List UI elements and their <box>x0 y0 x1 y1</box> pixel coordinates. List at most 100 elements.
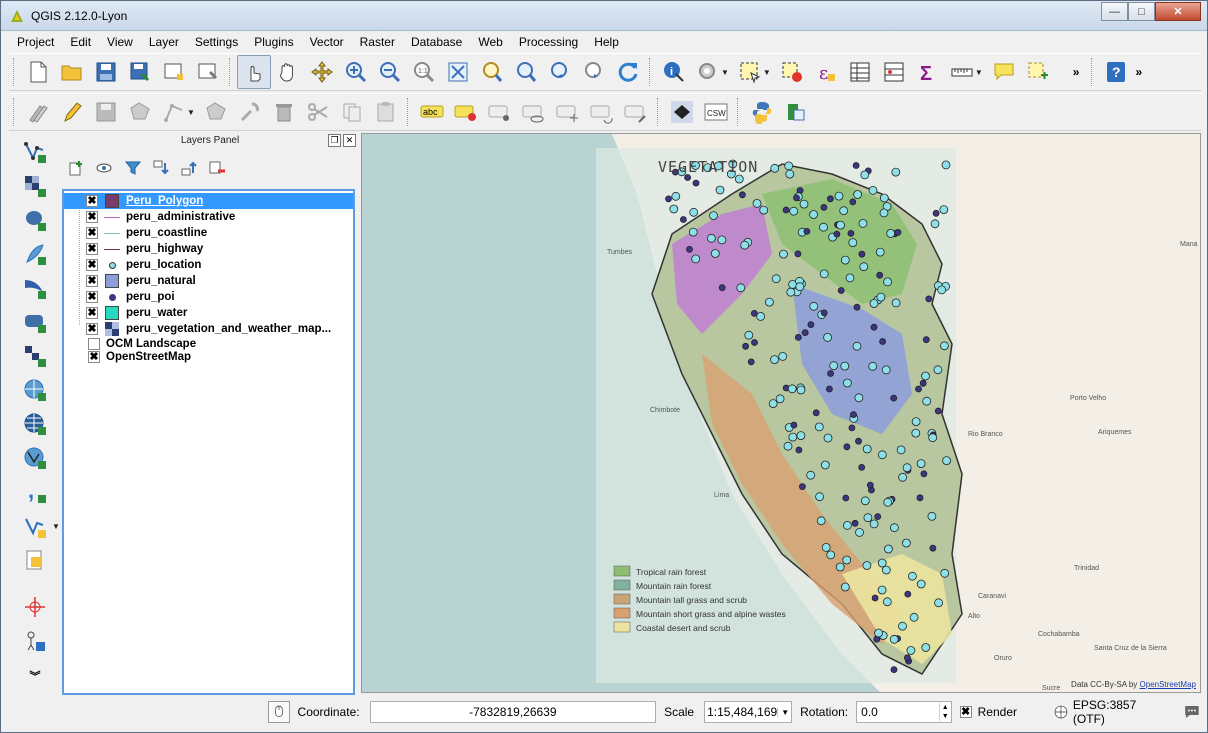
layer-item[interactable]: ✖ peru_poi <box>64 289 353 305</box>
layer-item[interactable]: ✖ peru_coastline <box>64 225 353 241</box>
zoom-full-button[interactable] <box>441 55 475 89</box>
help-button[interactable]: ? <box>1099 55 1133 89</box>
move-feature-button[interactable] <box>199 95 233 129</box>
refresh-button[interactable] <box>611 55 645 89</box>
current-edits-button[interactable] <box>21 95 55 129</box>
add-wcs-layer-button[interactable] <box>18 408 52 441</box>
menu-view[interactable]: View <box>99 35 141 49</box>
add-oracle-layer-button[interactable] <box>18 340 52 373</box>
remove-layer-button[interactable] <box>206 157 228 179</box>
pan-to-selection-button[interactable] <box>305 55 339 89</box>
menu-database[interactable]: Database <box>403 35 470 49</box>
chevron-down-icon[interactable]: ▼ <box>187 108 195 117</box>
add-db2-layer-button[interactable] <box>18 305 52 338</box>
toolbar-overflow-button[interactable]: » <box>1133 65 1144 79</box>
layer-diagram-options-button[interactable] <box>449 95 483 129</box>
field-calculator-button[interactable] <box>877 55 911 89</box>
toolbar-grip[interactable] <box>736 98 741 126</box>
layer-item[interactable]: ✖ peru_administrative <box>64 209 353 225</box>
menu-project[interactable]: Project <box>9 35 62 49</box>
save-as-button[interactable] <box>123 55 157 89</box>
zoom-to-layer-button[interactable] <box>509 55 543 89</box>
zoom-next-button[interactable] <box>577 55 611 89</box>
chevron-down-icon[interactable]: ▼ <box>763 68 771 77</box>
run-feature-action-button[interactable] <box>691 55 725 89</box>
select-by-expression-button[interactable]: ε <box>809 55 843 89</box>
zoom-last-button[interactable] <box>543 55 577 89</box>
layer-visibility-checkbox[interactable]: ✖ <box>86 291 98 303</box>
zoom-in-button[interactable] <box>339 55 373 89</box>
layer-visibility-checkbox[interactable]: ✖ <box>86 227 98 239</box>
gps-tool-button[interactable] <box>18 625 52 658</box>
rotation-spinbox[interactable]: 0.0 ▲ ▼ <box>856 701 952 723</box>
menu-edit[interactable]: Edit <box>62 35 99 49</box>
node-tool-button[interactable] <box>157 95 191 129</box>
layer-item[interactable]: ✖ peru_water <box>64 305 353 321</box>
csw-client-button[interactable]: CSW <box>699 95 733 129</box>
paste-features-button[interactable] <box>369 95 403 129</box>
processing-toolbox-button[interactable] <box>779 95 813 129</box>
rotate-label-button[interactable] <box>585 95 619 129</box>
add-postgis-layer-button[interactable] <box>18 203 52 236</box>
manage-visibility-button[interactable] <box>94 157 116 179</box>
add-feature-button[interactable] <box>123 95 157 129</box>
toggle-editing-button[interactable] <box>55 95 89 129</box>
identify-features-button[interactable]: i <box>657 55 691 89</box>
menu-layer[interactable]: Layer <box>141 35 187 49</box>
open-attribute-table-button[interactable] <box>843 55 877 89</box>
python-console-button[interactable] <box>745 95 779 129</box>
toolbar-grip[interactable] <box>649 58 653 86</box>
move-label-button[interactable] <box>551 95 585 129</box>
layer-item[interactable]: ✖ peru_highway <box>64 241 353 257</box>
maximize-button[interactable]: □ <box>1128 2 1155 21</box>
menu-web[interactable]: Web <box>470 35 510 49</box>
layer-visibility-checkbox[interactable]: ✖ <box>86 275 98 287</box>
show-hide-labels-button[interactable] <box>517 95 551 129</box>
chevron-down-icon[interactable]: ▼ <box>777 707 792 717</box>
more-tools-button[interactable]: ︾ <box>18 659 52 692</box>
zoom-native-button[interactable]: 1:1 <box>407 55 441 89</box>
add-vector-layer-button[interactable] <box>18 135 52 168</box>
chevron-down-icon[interactable]: ▼ <box>975 68 983 77</box>
create-layer-button[interactable] <box>18 543 52 576</box>
layer-visibility-checkbox[interactable]: ✖ <box>86 243 98 255</box>
menu-raster[interactable]: Raster <box>352 35 403 49</box>
pin-labels-button[interactable] <box>483 95 517 129</box>
layer-visibility-checkbox[interactable]: ✖ <box>86 259 98 271</box>
measure-line-button[interactable] <box>945 55 979 89</box>
layer-visibility-checkbox[interactable]: ✖ <box>86 195 98 207</box>
render-checkbox[interactable]: ✖ <box>959 706 972 718</box>
toolbar-grip[interactable] <box>656 98 661 126</box>
layer-visibility-checkbox[interactable]: ✖ <box>86 307 98 319</box>
pan-map-button[interactable] <box>271 55 305 89</box>
layer-labeling-options-button[interactable]: abc <box>415 95 449 129</box>
collapse-all-button[interactable] <box>178 157 200 179</box>
edit-settings-button[interactable] <box>233 95 267 129</box>
chevron-down-icon[interactable]: ▼ <box>52 522 60 531</box>
add-spatialite-layer-button[interactable] <box>18 237 52 270</box>
toggle-extents-button[interactable] <box>267 701 290 723</box>
close-panel-button[interactable]: ✕ <box>343 134 356 147</box>
zoom-to-selection-button[interactable] <box>475 55 509 89</box>
new-bookmark-button[interactable] <box>1021 55 1055 89</box>
add-wfs-layer-button[interactable] <box>18 442 52 475</box>
toolbar-overflow-button[interactable]: » <box>1065 65 1088 79</box>
toolbar-grip[interactable] <box>406 98 411 126</box>
menu-plugins[interactable]: Plugins <box>246 35 301 49</box>
crs-globe-icon[interactable] <box>1053 704 1069 720</box>
float-panel-button[interactable]: ❐ <box>328 134 341 147</box>
select-features-button[interactable] <box>733 55 767 89</box>
toolbar-grip[interactable] <box>1091 58 1095 86</box>
spin-arrows-icon[interactable]: ▲ ▼ <box>938 703 951 721</box>
save-layer-edits-button[interactable] <box>89 95 123 129</box>
open-project-button[interactable] <box>55 55 89 89</box>
add-delimited-text-layer-button[interactable]: , <box>18 476 52 509</box>
statistical-summary-button[interactable]: Σ <box>911 55 945 89</box>
copy-features-button[interactable] <box>335 95 369 129</box>
map-tips-button[interactable] <box>987 55 1021 89</box>
message-log-icon[interactable] <box>1183 703 1201 721</box>
attribution-link[interactable]: OpenStreetMap <box>1140 680 1196 689</box>
filter-legend-button[interactable] <box>122 157 144 179</box>
zoom-out-button[interactable] <box>373 55 407 89</box>
touch-zoom-pan-button[interactable] <box>237 55 271 89</box>
